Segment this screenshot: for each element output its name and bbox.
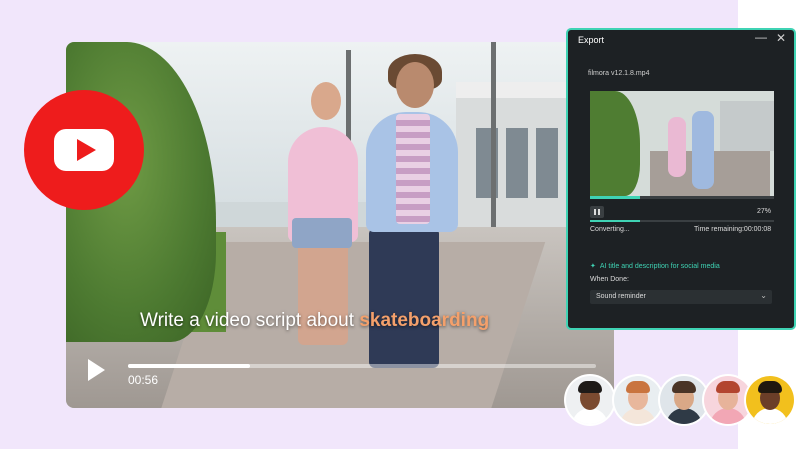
avatar-hair [716,381,740,393]
video-player[interactable]: Write a video script about skateboarding… [66,42,614,408]
preview-progress-fill [590,196,640,199]
skater-girl-shorts [292,218,352,248]
youtube-play-icon [77,139,96,161]
avatar-5 [746,376,794,424]
avatar-hair [578,381,602,393]
avatar-hair [626,381,650,393]
export-percent: 27% [757,208,772,215]
caption-text: Write a video script about [140,310,360,331]
when-done-value: Sound reminder [596,293,646,300]
export-preview-thumbnail [590,91,774,196]
skater-boy-sweater [396,114,430,224]
thumb-skater-girl [668,117,686,177]
avatar-hair [672,381,696,393]
avatar-3 [660,376,708,424]
export-progress-fill [590,220,640,222]
avatar-2 [614,376,662,424]
avatar-torso [666,408,702,424]
export-filename: filmora v12.1.8.mp4 [588,70,650,77]
video-progress-bar[interactable] [128,364,596,368]
video-progress-fill [128,364,250,368]
export-dialog-title: Export [578,35,605,45]
export-status: Converting... [590,226,630,233]
avatar-4 [704,376,752,424]
thumb-building [720,101,774,151]
caption-highlight: skateboarding [359,310,490,331]
avatar-1 [566,376,614,424]
ai-title-label: AI title and description for social medi… [599,263,720,270]
video-time: 00:56 [128,373,159,387]
chevron-down-icon: ⌄ [760,291,767,300]
avatar-torso [572,408,608,424]
skater-boy-legs [369,228,439,368]
pause-icon[interactable] [590,206,604,218]
time-remaining: Time remaining:00:00:08 [694,226,772,233]
avatar-torso [752,408,788,424]
skater-girl-head [311,82,341,120]
avatar-torso [710,408,746,424]
when-done-label: When Done: [590,276,629,283]
avatar-torso [620,408,656,424]
export-progress-bar [590,220,774,222]
play-icon[interactable] [88,359,105,381]
export-dialog: Export — ✕ filmora v12.1.8.mp4 27% Conve… [566,28,796,330]
youtube-logo-icon [24,90,144,210]
avatar-hair [758,381,782,393]
skater-boy-head [396,62,434,108]
ai-title-link[interactable]: ✦ AI title and description for social med… [590,262,720,270]
ai-sparkle-icon: ✦ [590,263,596,270]
thumb-skater-boy [692,111,714,189]
thumb-hedge [590,91,640,196]
when-done-select[interactable]: Sound reminder ⌄ [590,290,772,304]
minimize-icon[interactable]: — [755,30,767,44]
video-caption: Write a video script about skateboarding [140,310,489,332]
close-icon[interactable]: ✕ [776,31,786,45]
preview-progress-bar [590,196,774,199]
